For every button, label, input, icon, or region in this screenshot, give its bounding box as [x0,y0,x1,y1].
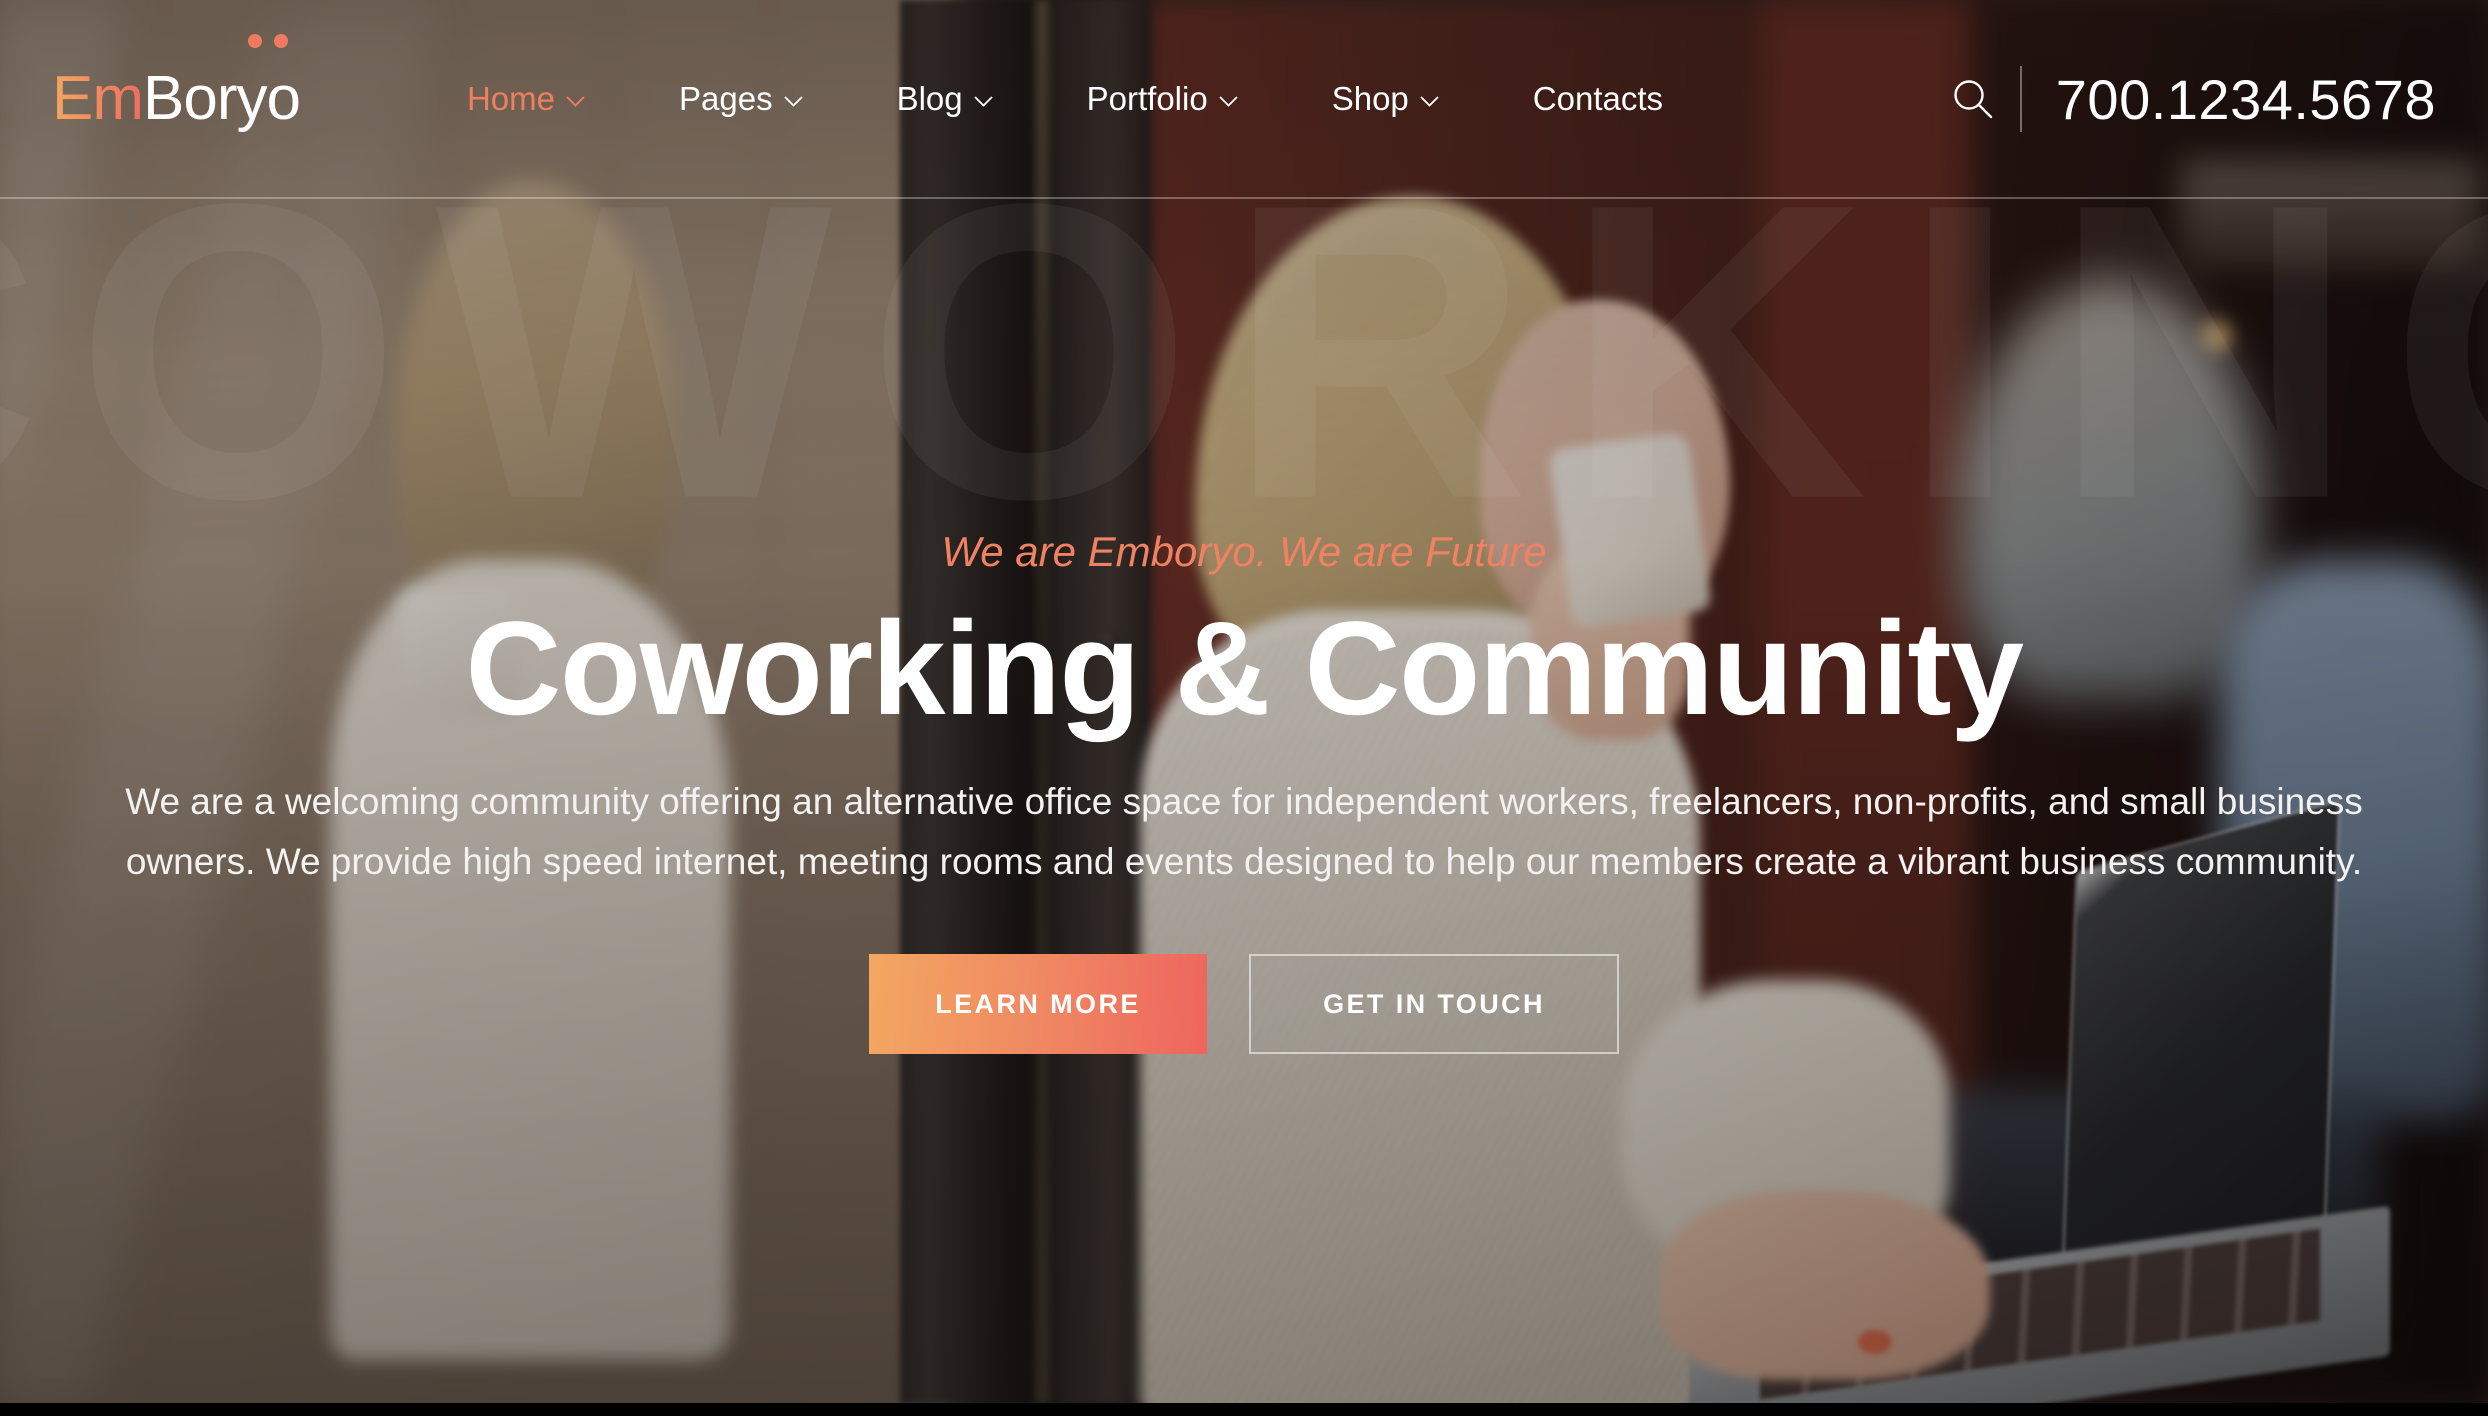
nav-item-portfolio[interactable]: Portfolio [1040,80,1285,118]
nav-label-home: Home [466,80,555,117]
hero-title: Coworking & Community [465,594,2024,743]
nav-item-home[interactable]: Home [420,80,632,118]
chevron-down-icon [974,95,993,107]
phone-number[interactable]: 700.1234.5678 [2056,67,2436,132]
site-logo[interactable]: Em Boryo [52,34,301,133]
nav-label-contacts: Contacts [1532,80,1664,117]
chevron-down-icon [1219,95,1238,107]
nav-item-blog[interactable]: Blog [850,80,1040,118]
hero-subtitle: We are Emboryo. We are Future [941,527,1547,575]
header-divider [2019,66,2022,132]
learn-more-button[interactable]: LEARN MORE [869,954,1207,1055]
nav-label-pages: Pages [679,80,773,117]
hero-cta-group: LEARN MORE GET IN TOUCH [869,954,1619,1055]
chevron-down-icon [566,95,585,107]
logo-text-suffix: Boryo [143,64,301,133]
nav-label-shop: Shop [1331,80,1409,117]
main-navigation: Home Pages Blog Portfolio Shop Contacts [420,80,1710,118]
logo-text-prefix: Em [52,64,144,133]
chevron-down-icon [783,95,803,107]
umlaut-dots-icon [234,34,296,48]
hero-section: We are Emboryo. We are Future Coworking … [0,198,2488,1404]
bottom-black-bar [0,1403,2488,1416]
site-header: Em Boryo Home Pages Blog Portfolio Shop … [0,0,2488,198]
page-root: COWORKING Em Boryo Home Pages [0,0,2488,1416]
nav-label-blog: Blog [896,80,963,117]
logo-text-suffix-wrap: Boryo [143,34,301,130]
get-in-touch-button[interactable]: GET IN TOUCH [1249,954,1619,1055]
nav-item-pages[interactable]: Pages [632,80,850,118]
nav-item-shop[interactable]: Shop [1285,80,1486,118]
nav-label-portfolio: Portfolio [1086,80,1208,117]
search-icon[interactable] [1936,62,2010,136]
header-utilities: 700.1234.5678 [1936,62,2436,136]
hero-paragraph: We are a welcoming community offering an… [125,780,2363,882]
chevron-down-icon [1420,95,1439,107]
nav-item-contacts[interactable]: Contacts [1486,80,1710,118]
